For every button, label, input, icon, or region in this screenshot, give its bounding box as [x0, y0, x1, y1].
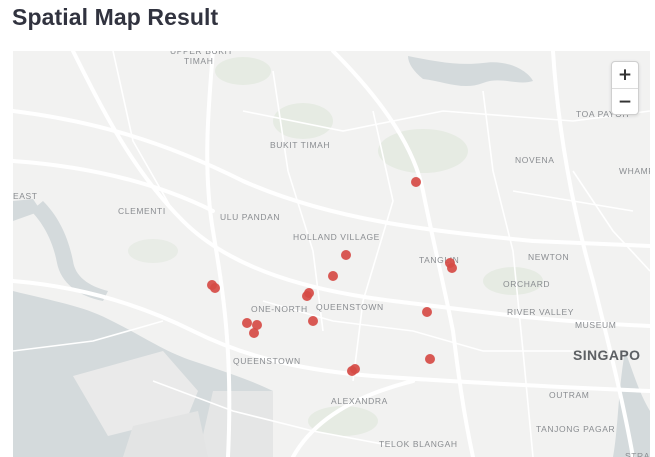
map-place-label: CLEMENTI: [118, 206, 166, 216]
map-marker[interactable]: [242, 318, 252, 328]
map-place-label: ONE-NORTH: [251, 304, 308, 314]
zoom-in-button[interactable]: +: [612, 62, 638, 88]
map-place-label: OUTRAM: [549, 390, 590, 400]
map-marker[interactable]: [210, 283, 220, 293]
map-marker[interactable]: [308, 316, 318, 326]
map-place-label: NEWTON: [528, 252, 570, 262]
map-place-label: ORCHARD: [503, 279, 551, 289]
map-place-label: WHAMP: [619, 166, 650, 176]
map-place-label: TELOK BLANGAH: [379, 439, 458, 449]
page-title: Spatial Map Result: [12, 4, 219, 30]
map-place-label: HOLLAND VILLAGE: [293, 232, 380, 242]
spatial-map[interactable]: UPPER BUKIT TIMAH TOA PAYOH BUKIT TIMAH NOVE…: [13, 51, 650, 457]
map-marker[interactable]: [422, 307, 432, 317]
map-marker[interactable]: [425, 354, 435, 364]
map-place-label: ALEXANDRA: [331, 396, 388, 406]
map-place-label: TIMAH: [184, 56, 214, 66]
map-place-label: EAST: [13, 191, 38, 201]
map-marker[interactable]: [350, 364, 360, 374]
map-marker[interactable]: [447, 263, 457, 273]
map-place-label: MUSEUM: [575, 320, 617, 330]
map-marker[interactable]: [328, 271, 338, 281]
map-place-label: STRAI: [625, 451, 650, 457]
map-place-label: SINGAPO: [573, 347, 641, 363]
zoom-control: + −: [611, 61, 639, 115]
map-place-label: TANJONG PAGAR: [536, 424, 616, 434]
map-marker[interactable]: [302, 291, 312, 301]
map-place-label: QUEENSTOWN: [233, 356, 301, 366]
map-place-label: NOVENA: [515, 155, 555, 165]
map-marker[interactable]: [411, 177, 421, 187]
map-marker[interactable]: [249, 328, 259, 338]
map-place-label: BUKIT TIMAH: [270, 140, 331, 150]
map-marker[interactable]: [341, 250, 351, 260]
zoom-out-button[interactable]: −: [612, 89, 638, 115]
map-place-label: ULU PANDAN: [220, 212, 281, 222]
map-place-label: RIVER VALLEY: [507, 307, 575, 317]
map-place-label: QUEENSTOWN: [316, 302, 384, 312]
